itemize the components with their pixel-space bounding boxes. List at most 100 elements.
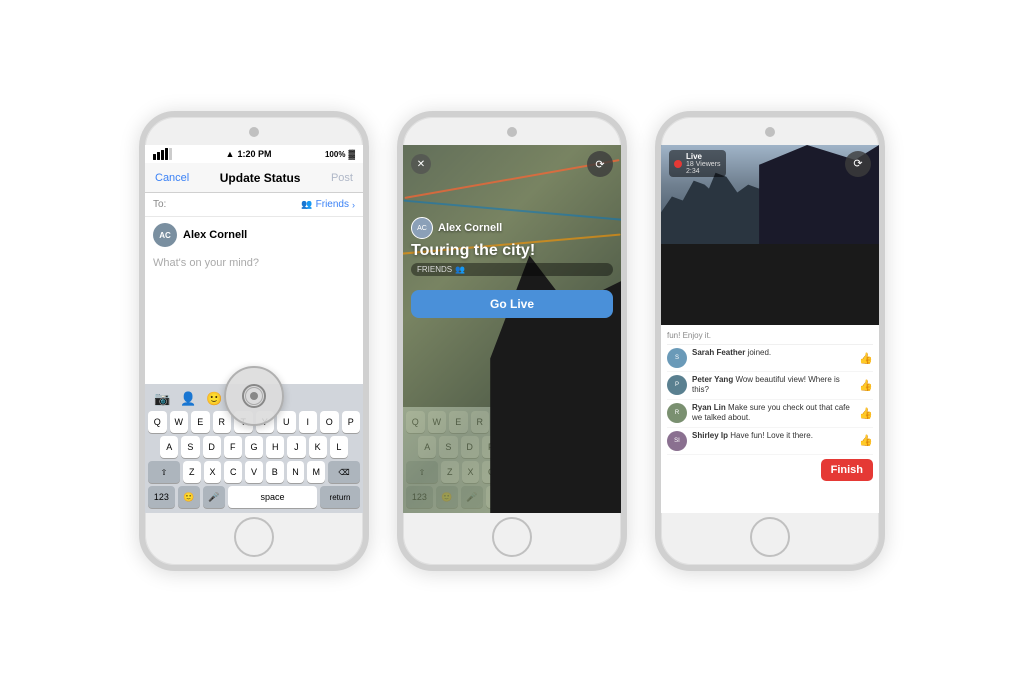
keyboard-row-2: A S D F G H J K L: [148, 436, 360, 458]
key-m[interactable]: M: [307, 461, 325, 483]
placeholder-text: What's on your mind?: [153, 257, 259, 269]
close-button[interactable]: ✕: [411, 154, 431, 174]
go-live-button[interactable]: Go Live: [411, 290, 613, 318]
keyboard-row-3: ⇧ Z X C V B N M ⌫: [148, 461, 360, 483]
viewers-count: 18 Viewers: [686, 161, 721, 168]
friends-button[interactable]: 👥 Friends ›: [301, 199, 355, 210]
flip-camera-button[interactable]: ⟳: [587, 151, 613, 177]
phone2-user-avatar: AC: [411, 217, 433, 239]
key-j[interactable]: J: [287, 436, 305, 458]
key-emoji[interactable]: 🙂: [178, 486, 200, 508]
update-status-title: Update Status: [220, 171, 301, 185]
live-broadcast-icon: [242, 384, 266, 408]
wifi-icon: ▲: [226, 149, 235, 159]
post-button[interactable]: Post: [331, 172, 353, 184]
stream-timer: 2:34: [686, 168, 721, 175]
phone2-audience-badge: FRIENDS 👥: [411, 263, 613, 276]
key-123[interactable]: 123: [148, 486, 175, 508]
phone-2-screen: ✕ ⟳ AC Alex Cornell Touring the city! FR…: [403, 145, 621, 513]
comments-section: fun! Enjoy it. S Sarah Feather joined. 👍…: [661, 325, 879, 513]
commenter-avatar-2: R: [667, 403, 687, 423]
live-button-circle[interactable]: [224, 366, 284, 426]
comment-0: S Sarah Feather joined. 👍: [667, 345, 873, 372]
like-icon-3[interactable]: 👍: [859, 434, 873, 447]
emoji-icon[interactable]: 🙂: [206, 391, 222, 407]
key-v[interactable]: V: [245, 461, 263, 483]
key-z[interactable]: Z: [183, 461, 201, 483]
phone2-live-title: Touring the city!: [411, 242, 613, 260]
live-label: Live: [686, 152, 721, 161]
key-f[interactable]: F: [224, 436, 242, 458]
phone3-flip-button[interactable]: ⟳: [845, 151, 871, 177]
key-w[interactable]: W: [170, 411, 189, 433]
like-icon-2[interactable]: 👍: [859, 407, 873, 420]
user-avatar: AC: [153, 223, 177, 247]
people-icon: 👥: [301, 199, 312, 210]
comment-3: SI Shirley Ip Have fun! Love it there. 👍: [667, 428, 873, 455]
key-g[interactable]: G: [245, 436, 263, 458]
cancel-button[interactable]: Cancel: [155, 172, 189, 184]
key-r[interactable]: R: [213, 411, 232, 433]
key-mic[interactable]: 🎤: [203, 486, 225, 508]
key-return[interactable]: return: [320, 486, 360, 508]
key-n[interactable]: N: [287, 461, 305, 483]
key-b[interactable]: B: [266, 461, 284, 483]
phone-2: ✕ ⟳ AC Alex Cornell Touring the city! FR…: [397, 111, 627, 571]
friends-label: Friends: [316, 199, 349, 210]
phone2-user-name: Alex Cornell: [438, 222, 502, 234]
phone-3: Live 18 Viewers 2:34 ⟳ fun! Enjoy it.: [655, 111, 885, 571]
phones-container: ▲ 1:20 PM 100% ▓ Cancel Update Status Po…: [119, 91, 905, 591]
commenter-name-0: Sarah Feather: [692, 348, 745, 357]
key-space[interactable]: space: [228, 486, 317, 508]
key-x[interactable]: X: [204, 461, 222, 483]
key-k[interactable]: K: [309, 436, 327, 458]
phone-1-screen: ▲ 1:20 PM 100% ▓ Cancel Update Status Po…: [145, 145, 363, 513]
status-input[interactable]: What's on your mind?: [145, 253, 363, 384]
comment-1: P Peter Yang Wow beautiful view! Where i…: [667, 372, 873, 400]
key-l[interactable]: L: [330, 436, 348, 458]
commenter-avatar-0: S: [667, 348, 687, 368]
key-a[interactable]: A: [160, 436, 178, 458]
audience-label: FRIENDS: [417, 265, 452, 274]
audience-selector[interactable]: To: 👥 Friends ›: [145, 193, 363, 217]
phone-1: ▲ 1:20 PM 100% ▓ Cancel Update Status Po…: [139, 111, 369, 571]
phone3-top-bar: Live 18 Viewers 2:34 ⟳: [661, 145, 879, 182]
finish-button[interactable]: Finish: [821, 459, 873, 481]
like-icon-0[interactable]: 👍: [859, 352, 873, 365]
phone2-live-preview: ✕ ⟳ AC Alex Cornell Touring the city! FR…: [403, 145, 621, 513]
key-d[interactable]: D: [203, 436, 221, 458]
user-name: Alex Cornell: [183, 229, 247, 241]
comment-text-3: Shirley Ip Have fun! Love it there.: [692, 431, 854, 441]
commenter-name-2: Ryan Lin: [692, 403, 726, 412]
key-h[interactable]: H: [266, 436, 284, 458]
key-q[interactable]: Q: [148, 411, 167, 433]
key-i[interactable]: I: [299, 411, 318, 433]
signal-icon: [153, 148, 172, 160]
phone2-user-info: AC Alex Cornell Touring the city! FRIEND…: [403, 213, 621, 280]
key-o[interactable]: O: [320, 411, 339, 433]
key-u[interactable]: U: [277, 411, 296, 433]
flip-icon: ⟳: [595, 158, 604, 171]
add-friend-icon[interactable]: 👤: [180, 391, 196, 407]
user-row: AC Alex Cornell: [145, 217, 363, 253]
phone2-user-row: AC Alex Cornell: [411, 217, 613, 239]
like-icon-1[interactable]: 👍: [859, 379, 873, 392]
key-e[interactable]: E: [191, 411, 210, 433]
commenter-avatar-1: P: [667, 375, 687, 395]
key-p[interactable]: P: [342, 411, 361, 433]
comment-text-0: Sarah Feather joined.: [692, 348, 854, 358]
nav-bar-1: Cancel Update Status Post: [145, 163, 363, 193]
audience-people-icon: 👥: [455, 265, 465, 274]
live-indicator: Live 18 Viewers 2:34: [669, 150, 726, 177]
camera-icon[interactable]: 📷: [154, 391, 170, 407]
go-live-label: Go Live: [490, 297, 534, 311]
commenter-avatar-3: SI: [667, 431, 687, 451]
comment-2: R Ryan Lin Make sure you check out that …: [667, 400, 873, 428]
to-label: To:: [153, 199, 166, 210]
commenter-name-3: Shirley Ip: [692, 431, 728, 440]
key-delete[interactable]: ⌫: [328, 461, 360, 483]
key-s[interactable]: S: [181, 436, 199, 458]
fun-comment: fun! Enjoy it.: [667, 329, 873, 345]
key-shift[interactable]: ⇧: [148, 461, 180, 483]
key-c[interactable]: C: [224, 461, 242, 483]
